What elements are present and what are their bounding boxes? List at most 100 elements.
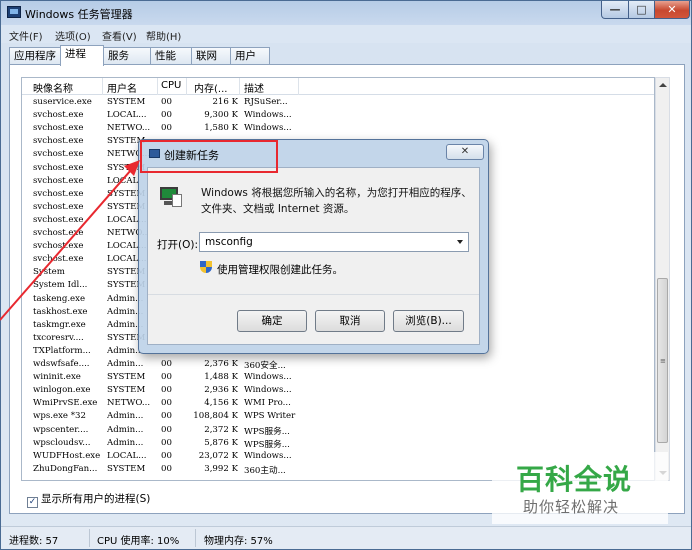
cell-memory: 3,992 K <box>204 463 238 474</box>
cell-image-name: ZhuDongFan... <box>33 463 98 474</box>
cell-user-name: SYSTEM <box>107 385 146 396</box>
cell-user-name: LOCAL... <box>107 110 147 121</box>
checkbox-check-icon[interactable]: ✓ <box>27 497 38 508</box>
table-row[interactable]: WmiPrvSE.exe NETWO... 00 4,156 K WMI Pro... <box>22 398 654 411</box>
cell-image-name: svchost.exe <box>33 149 84 160</box>
table-row[interactable]: suservice.exe SYSTEM 00 216 K RJSuSer... <box>22 97 654 110</box>
col-cpu[interactable]: CPU <box>161 80 181 91</box>
title-bar[interactable]: Windows 任务管理器 — □ ✕ <box>1 1 691 25</box>
dialog-body: Windows 将根据您所输入的名称，为您打开相应的程序、 文件夹、文档或 In… <box>147 167 480 345</box>
col-description[interactable]: 描述 <box>244 80 264 95</box>
ok-button[interactable]: 确定 <box>237 310 307 332</box>
cell-user-name: SYSTEM <box>107 463 146 474</box>
show-all-users-checkbox[interactable]: ✓ 显示所有用户的进程(S) <box>27 491 150 508</box>
watermark-subtitle: 助你轻松解决 <box>523 498 620 516</box>
cell-cpu: 00 <box>161 110 172 121</box>
cell-cpu: 00 <box>161 411 172 422</box>
status-divider <box>89 529 90 547</box>
task-manager-icon <box>7 6 21 18</box>
scroll-up-arrow-icon[interactable] <box>659 83 667 87</box>
minimize-button[interactable]: — <box>601 1 629 19</box>
status-physical-memory: 物理内存: 57% <box>204 536 273 547</box>
cell-cpu: 00 <box>161 437 172 448</box>
cell-user-name: NETWO... <box>107 123 151 134</box>
cell-description: WPS服务... <box>244 439 290 450</box>
table-row[interactable]: wpscenter.... Admin... 00 2,372 K WPS服务... <box>22 424 654 438</box>
annotation-highlight-box <box>140 140 278 173</box>
cell-description: WPS Writer <box>244 411 296 422</box>
open-combobox[interactable]: msconfig <box>199 232 469 252</box>
cancel-button[interactable]: 取消 <box>315 310 385 332</box>
cell-memory: 2,372 K <box>204 424 238 435</box>
cell-user-name: Admin... <box>107 437 144 448</box>
tab-performance[interactable]: 性能 <box>150 47 192 65</box>
table-row[interactable]: wdswfsafe.... Admin... 00 2,376 K 360安全... <box>22 359 654 372</box>
cell-cpu: 00 <box>161 385 172 396</box>
col-divider[interactable] <box>239 78 240 95</box>
vertical-scrollbar[interactable]: ≡ <box>655 77 670 481</box>
close-button[interactable]: ✕ <box>654 1 690 19</box>
status-divider <box>195 529 196 547</box>
cell-memory: 9,300 K <box>204 110 238 121</box>
cell-image-name: taskeng.exe <box>33 293 86 304</box>
cell-image-name: svchost.exe <box>33 123 84 134</box>
table-row[interactable]: svchost.exe NETWO... 00 1,580 K Windows... <box>22 123 654 136</box>
col-image-name[interactable]: 映像名称 <box>33 80 73 95</box>
cell-description: Windows... <box>244 385 292 396</box>
browse-button[interactable]: 浏览(B)... <box>393 310 464 332</box>
table-row[interactable]: winlogon.exe SYSTEM 00 2,936 K Windows... <box>22 385 654 398</box>
dialog-close-button[interactable]: ✕ <box>446 144 484 160</box>
cell-description: Windows... <box>244 110 292 121</box>
cell-user-name: Admin... <box>107 359 144 369</box>
col-divider[interactable] <box>186 78 187 95</box>
cell-image-name: svchost.exe <box>33 110 84 121</box>
cell-memory: 1,580 K <box>204 123 238 134</box>
tab-networking[interactable]: 联网 <box>191 47 231 65</box>
col-divider[interactable] <box>157 78 158 95</box>
window-title: Windows 任务管理器 <box>25 8 133 21</box>
col-user-name[interactable]: 用户名 <box>107 80 137 95</box>
cell-description: Windows... <box>244 123 292 134</box>
cell-image-name: svchost.exe <box>33 162 84 173</box>
table-row[interactable]: wininit.exe SYSTEM 00 1,488 K Windows... <box>22 372 654 385</box>
cell-image-name: wininit.exe <box>33 372 81 383</box>
maximize-button[interactable]: □ <box>628 1 655 19</box>
cell-image-name: wdswfsafe.... <box>33 359 90 369</box>
cell-description: Windows... <box>244 450 292 461</box>
menu-view[interactable]: 查看(V) <box>102 28 137 43</box>
cell-cpu: 00 <box>161 97 172 107</box>
cell-image-name: taskhost.exe <box>33 306 88 317</box>
cell-memory: 108,804 K <box>193 411 238 422</box>
open-label: 打开(O): <box>157 239 198 251</box>
table-row[interactable]: wps.exe *32 Admin... 00 108,804 K WPS Writer <box>22 411 654 424</box>
table-row[interactable]: svchost.exe LOCAL... 00 9,300 K Windows... <box>22 110 654 123</box>
cell-memory: 4,156 K <box>204 398 238 409</box>
scroll-thumb[interactable]: ≡ <box>657 278 668 443</box>
col-memory[interactable]: 内存(... <box>194 80 227 95</box>
cell-cpu: 00 <box>161 359 172 369</box>
cell-memory: 1,488 K <box>204 372 238 383</box>
cell-image-name: svchost.exe <box>33 201 84 212</box>
tab-users[interactable]: 用户 <box>230 47 270 65</box>
dropdown-arrow-icon[interactable] <box>457 240 463 244</box>
menu-file[interactable]: 文件(F) <box>9 28 43 43</box>
watermark-badge: 百科全说 助你轻松解决 <box>492 452 668 524</box>
menu-help[interactable]: 帮助(H) <box>146 28 181 43</box>
col-divider[interactable] <box>102 78 103 95</box>
cell-description: 360主动... <box>244 465 286 476</box>
cell-image-name: svchost.exe <box>33 188 84 199</box>
tab-services[interactable]: 服务 <box>103 47 151 65</box>
tab-processes[interactable]: 进程 <box>60 45 104 66</box>
table-row[interactable]: wpscloudsv... Admin... 00 5,876 K WPS服务... <box>22 437 654 451</box>
menu-options[interactable]: 选项(O) <box>55 28 91 43</box>
cell-image-name: TXPlatform... <box>33 345 91 356</box>
open-input-value[interactable]: msconfig <box>205 236 253 248</box>
cell-cpu: 00 <box>161 398 172 409</box>
cell-image-name: txcoresrv.... <box>33 332 84 343</box>
tab-applications[interactable]: 应用程序 <box>9 47 61 65</box>
cell-image-name: svchost.exe <box>33 228 84 238</box>
dialog-description-line2: 文件夹、文档或 Internet 资源。 <box>201 203 355 215</box>
list-header: 映像名称 用户名 CPU 内存(... 描述 <box>22 78 654 95</box>
col-divider[interactable] <box>298 78 299 95</box>
run-program-icon <box>160 187 184 209</box>
